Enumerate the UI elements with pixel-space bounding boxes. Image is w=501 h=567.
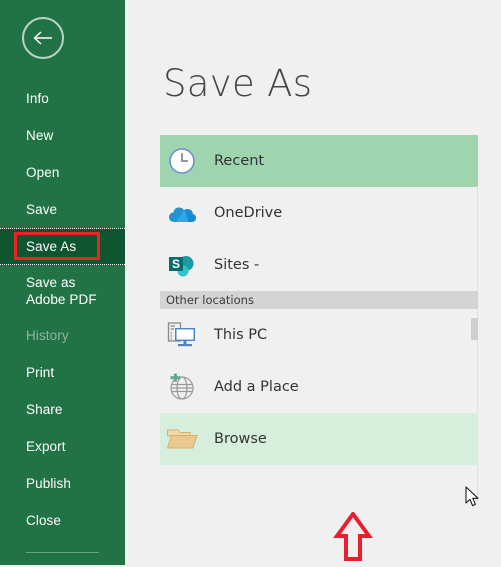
sidebar-item-label: Save as Adobe PDF xyxy=(26,275,97,307)
place-row-onedrive[interactable]: OneDrive xyxy=(160,187,478,239)
clock-icon xyxy=(160,147,204,175)
back-arrow-icon xyxy=(32,30,54,46)
folder-icon xyxy=(160,426,204,452)
places-list: Recent OneDrive S Sites - Other location… xyxy=(160,135,478,465)
sidebar-item-open[interactable]: Open xyxy=(0,154,125,191)
place-label: Add a Place xyxy=(214,379,299,395)
sidebar-item-label: History xyxy=(26,328,69,343)
place-label: Browse xyxy=(214,431,267,447)
backstage-view: Info New Open Save Save As Save as Adobe… xyxy=(0,0,501,565)
page-title: Save As xyxy=(163,62,313,105)
sidebar-item-history: History xyxy=(0,317,125,354)
sidebar-item-new[interactable]: New xyxy=(0,117,125,154)
place-label: Sites - xyxy=(214,257,260,273)
sidebar-item-publish[interactable]: Publish xyxy=(0,465,125,502)
sidebar-item-label: Close xyxy=(26,513,62,528)
place-row-recent[interactable]: Recent xyxy=(160,135,478,187)
other-locations-label: Other locations xyxy=(166,293,254,307)
back-button[interactable] xyxy=(22,17,64,59)
sidebar-item-close[interactable]: Close xyxy=(0,502,125,539)
place-label: This PC xyxy=(214,327,268,343)
sidebar-item-export[interactable]: Export xyxy=(0,428,125,465)
sidebar-item-label: Print xyxy=(26,365,55,380)
place-label: OneDrive xyxy=(214,205,283,221)
save-as-panel: Save As Recent OneDrive S Sites - Other … xyxy=(125,0,501,565)
sidebar-item-label: Info xyxy=(26,91,49,106)
sidebar-item-label: New xyxy=(26,128,54,143)
onedrive-icon xyxy=(160,202,204,224)
sidebar-item-label: Save As xyxy=(26,239,77,254)
mouse-cursor xyxy=(465,486,481,515)
place-row-add-a-place[interactable]: Add a Place xyxy=(160,361,478,413)
sidebar-divider xyxy=(26,552,99,553)
place-row-sites[interactable]: S Sites - xyxy=(160,239,478,291)
place-row-this-pc[interactable]: This PC xyxy=(160,309,478,361)
sidebar-nav: Info New Open Save Save As Save as Adobe… xyxy=(0,80,125,539)
other-locations-header: Other locations xyxy=(160,291,478,309)
sidebar-item-info[interactable]: Info xyxy=(0,80,125,117)
add-place-icon xyxy=(160,373,204,401)
sidebar-item-label: Publish xyxy=(26,476,71,491)
place-label: Recent xyxy=(214,153,265,169)
svg-text:S: S xyxy=(172,257,180,271)
place-row-browse[interactable]: Browse xyxy=(160,413,478,465)
sidebar-item-save-as[interactable]: Save As xyxy=(0,228,125,265)
sidebar-item-label: Share xyxy=(26,402,63,417)
sidebar-item-share[interactable]: Share xyxy=(0,391,125,428)
sidebar-item-print[interactable]: Print xyxy=(0,354,125,391)
sidebar-item-label: Save xyxy=(26,202,58,217)
backstage-sidebar: Info New Open Save Save As Save as Adobe… xyxy=(0,0,125,565)
sidebar-item-label: Open xyxy=(26,165,60,180)
sidebar-item-save-as-adobe-pdf[interactable]: Save as Adobe PDF xyxy=(0,265,125,317)
computer-icon xyxy=(160,321,204,349)
sidebar-item-save[interactable]: Save xyxy=(0,191,125,228)
browse-up-arrow-annotation xyxy=(333,510,373,567)
sharepoint-icon: S xyxy=(160,250,204,280)
sidebar-item-label: Export xyxy=(26,439,66,454)
